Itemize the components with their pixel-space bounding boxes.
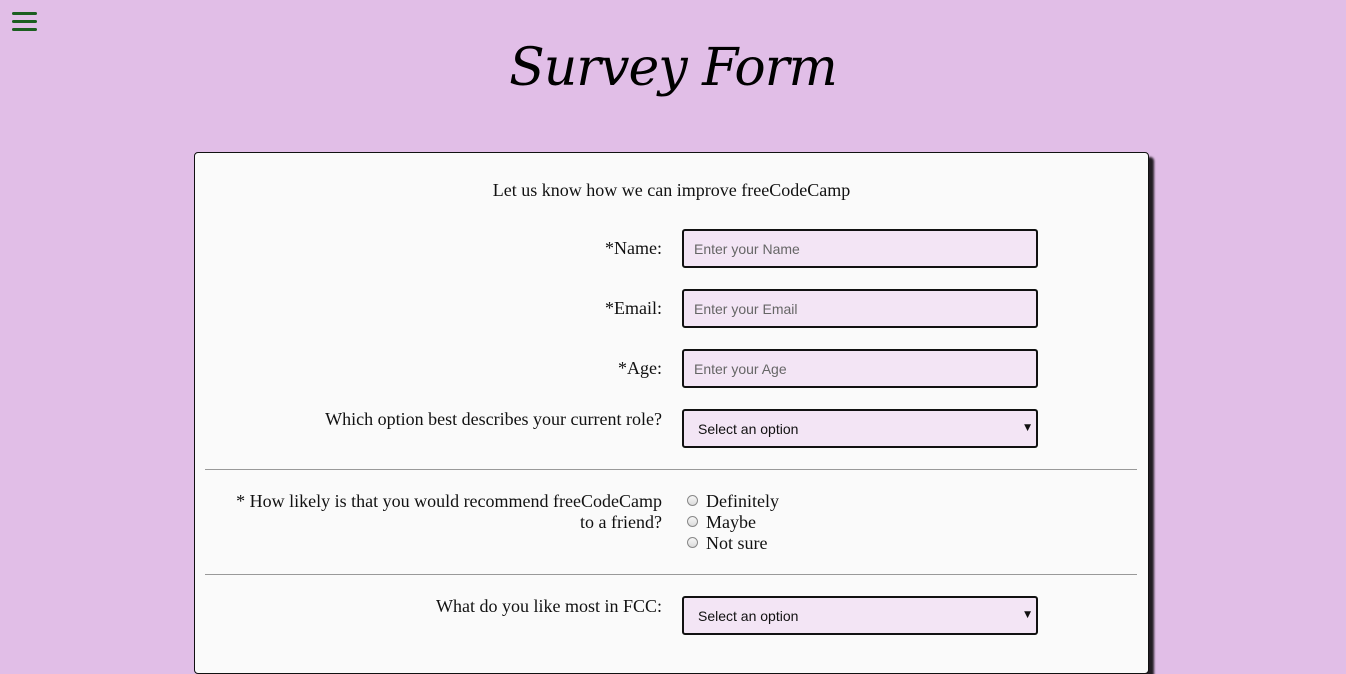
age-label: *Age:	[618, 358, 662, 378]
recommend-radio-group: Definitely Maybe Not sure	[687, 491, 779, 554]
radio-label: Definitely	[706, 491, 779, 511]
dropdown-arrow-icon: ▼	[1024, 610, 1031, 620]
dropdown-arrow-icon: ▼	[1024, 423, 1031, 433]
hamburger-bar	[12, 20, 37, 23]
role-select-value: Select an option	[698, 421, 799, 437]
radio-label: Maybe	[706, 512, 756, 532]
page-title: Survey Form	[509, 38, 838, 98]
recommend-option-maybe[interactable]: Maybe	[687, 512, 779, 533]
name-label: *Name:	[605, 238, 662, 258]
hamburger-bar	[12, 12, 37, 15]
like-most-select-value: Select an option	[698, 608, 799, 624]
name-field-box	[682, 229, 1038, 268]
recommend-option-definitely[interactable]: Definitely	[687, 491, 779, 512]
form-description: Let us know how we can improve freeCodeC…	[492, 180, 851, 200]
radio-label: Not sure	[706, 533, 768, 553]
email-field-box	[682, 289, 1038, 328]
survey-form: Let us know how we can improve freeCodeC…	[194, 152, 1149, 674]
age-input[interactable]	[684, 351, 1036, 386]
role-select[interactable]: Select an option ▼	[682, 409, 1038, 448]
age-field-box	[682, 349, 1038, 388]
hamburger-menu-icon[interactable]	[12, 12, 37, 33]
like-most-select[interactable]: Select an option ▼	[682, 596, 1038, 635]
email-input[interactable]	[684, 291, 1036, 326]
like-most-label: What do you like most in FCC:	[435, 596, 662, 616]
hamburger-bar	[12, 28, 37, 31]
section-divider	[205, 469, 1137, 470]
section-divider	[205, 574, 1137, 575]
radio-button[interactable]	[687, 494, 698, 506]
recommend-option-not-sure[interactable]: Not sure	[687, 533, 779, 554]
radio-button[interactable]	[687, 515, 698, 527]
recommend-label: * How likely is that you would recommend…	[236, 491, 662, 532]
radio-button[interactable]	[687, 536, 698, 548]
role-label: Which option best describes your current…	[325, 409, 662, 429]
name-input[interactable]	[684, 231, 1036, 266]
email-label: *Email:	[605, 298, 662, 318]
